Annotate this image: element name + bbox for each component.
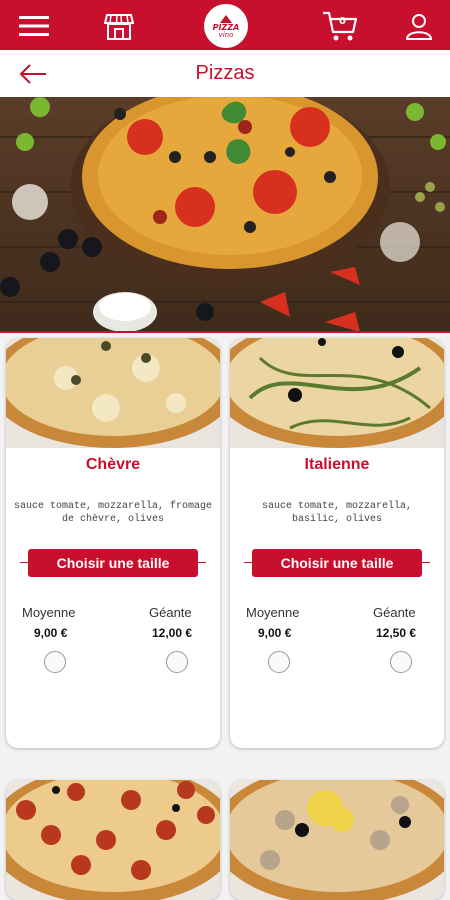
product-image (230, 780, 444, 900)
cart-count-badge: 0 (339, 16, 346, 27)
hero-pizza-image (0, 97, 450, 332)
choose-size-button[interactable]: Choisir une taille (252, 549, 422, 577)
page-title: Pizzas (195, 62, 255, 84)
storefront-icon[interactable] (101, 8, 137, 44)
product-card[interactable]: Italienne sauce tomate, mozzarella, basi… (230, 338, 444, 748)
shopping-cart-icon[interactable]: 0 (320, 8, 360, 44)
product-name: Chèvre (85, 456, 141, 473)
divider (0, 331, 450, 333)
hamburger-menu-icon[interactable] (16, 8, 52, 44)
product-card[interactable] (230, 780, 444, 900)
size-label-giant: Géante (149, 605, 192, 620)
product-description: sauce tomate, mozzarella, basilic, olive… (261, 501, 413, 525)
size-price-giant: 12,50 € (376, 626, 417, 640)
size-radio-medium[interactable] (44, 651, 66, 673)
product-card[interactable]: Chèvre sauce tomate, mozzarella, fromage… (6, 338, 220, 748)
size-price-medium: 9,00 € (258, 626, 292, 640)
product-name: Italienne (304, 456, 370, 473)
size-price-medium: 9,00 € (34, 626, 68, 640)
logo-subtext: vino (218, 30, 234, 39)
brand-logo[interactable]: PIZZA vino (204, 4, 248, 48)
product-image (6, 780, 220, 900)
top-app-bar: PIZZA vino 0 (0, 0, 450, 50)
size-radio-giant[interactable] (390, 651, 412, 673)
product-image (6, 338, 220, 448)
size-label-medium: Moyenne (22, 605, 76, 620)
size-radio-medium[interactable] (268, 651, 290, 673)
product-card[interactable] (6, 780, 220, 900)
product-description: sauce tomate, mozzarella, fromage de chè… (13, 501, 213, 525)
choose-size-button[interactable]: Choisir une taille (28, 549, 198, 577)
size-label-giant: Géante (373, 605, 416, 620)
user-account-icon[interactable] (401, 8, 437, 44)
product-image (230, 338, 444, 448)
size-radio-giant[interactable] (166, 651, 188, 673)
pizza-slice-icon (220, 14, 232, 23)
size-price-giant: 12,00 € (152, 626, 193, 640)
size-label-medium: Moyenne (246, 605, 300, 620)
